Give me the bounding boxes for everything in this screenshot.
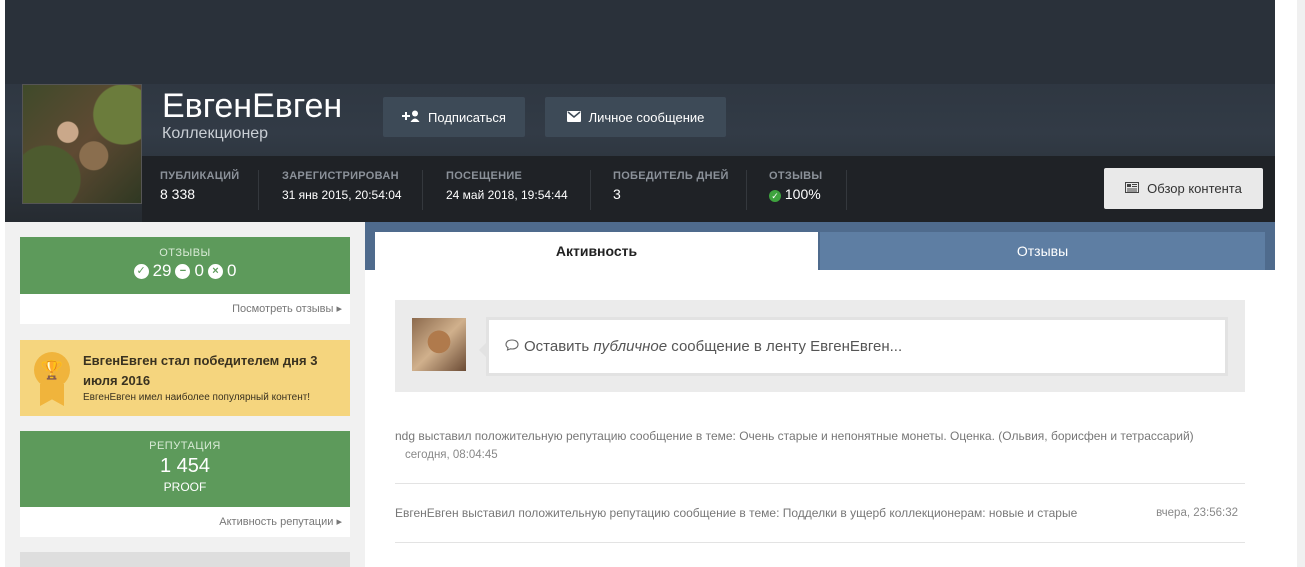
message-label: Личное сообщение <box>588 109 705 125</box>
tab-label: Отзывы <box>1016 243 1069 259</box>
stat-value: 100% <box>784 186 821 202</box>
neutral-count: 0 <box>194 261 204 280</box>
newspaper-icon <box>1125 181 1140 196</box>
reputation-widget: РЕПУТАЦИЯ 1 454 PROOF <box>20 431 350 507</box>
sidebar-next-widget <box>20 552 350 567</box>
activity-text[interactable]: ndg выставил положительную репутацию соо… <box>395 429 1194 443</box>
view-feedback-link[interactable]: Посмотреть отзывы <box>232 303 333 315</box>
positive-count: 29 <box>152 261 172 280</box>
stat-publications: ПУБЛИКАЦИЙ 8 338 <box>160 170 240 202</box>
current-user-avatar <box>412 318 466 371</box>
feed-divider <box>395 483 1245 484</box>
scrollbar[interactable] <box>1297 0 1305 567</box>
activity-time: сегодня, 08:04:45 <box>405 449 498 461</box>
feedback-footer: Посмотреть отзывы ▸ <box>20 294 350 324</box>
follow-button[interactable]: Подписаться <box>383 97 525 137</box>
winner-subtitle: ЕвгенЕвген имел наиболее популярный конт… <box>83 392 311 403</box>
negative-count: 0 <box>226 261 237 280</box>
profile-title: Коллекционер <box>162 125 269 142</box>
tab-feedback[interactable]: Отзывы <box>820 232 1265 270</box>
winner-title: ЕвгенЕвген стал победителем дня 3 июля 2… <box>83 353 318 388</box>
envelope-icon <box>566 110 581 125</box>
stat-value: 31 янв 2015, 20:54:04 <box>282 188 402 202</box>
feed-divider <box>395 542 1245 543</box>
message-button[interactable]: Личное сообщение <box>545 97 726 137</box>
activity-item: ndg выставил положительную репутацию соо… <box>395 427 1245 464</box>
stat-label: ПОБЕДИТЕЛЬ ДНЕЙ <box>613 170 729 182</box>
reputation-value: 1 454 <box>159 455 211 477</box>
caret-right-icon: ▸ <box>336 516 342 528</box>
profile-tabs: Активность Отзывы <box>365 222 1275 270</box>
stat-divider <box>590 170 591 210</box>
stat-feedback: ОТЗЫВЫ ✓ 100% <box>769 170 822 202</box>
tab-label: Активность <box>555 243 638 259</box>
stat-divider <box>422 170 423 210</box>
profile-name: ЕвгенЕвген <box>162 87 343 125</box>
comment-icon <box>505 338 519 355</box>
caret-right-icon: ▸ <box>336 303 342 315</box>
status-placeholder-emphasis: публичное <box>593 338 668 355</box>
stat-divider <box>746 170 747 210</box>
stat-value: 3 <box>613 186 621 202</box>
reputation-label: РЕПУТАЦИЯ <box>149 440 221 452</box>
cover-image <box>5 0 1275 84</box>
reputation-activity-link[interactable]: Активность репутации <box>219 516 333 528</box>
tab-activity[interactable]: Активность <box>375 232 818 270</box>
stat-label: ПУБЛИКАЦИЙ <box>160 170 240 182</box>
day-winner-card: 🏆 ЕвгенЕвген стал победителем дня 3 июля… <box>20 340 350 416</box>
stat-divider <box>258 170 259 210</box>
check-circle-icon: ✓ <box>769 190 781 202</box>
feedback-widget: ОТЗЫВЫ ✓ 29 − 0 × 0 <box>20 237 350 294</box>
reputation-rank: PROOF <box>163 480 207 494</box>
stat-last-visit: ПОСЕЩЕНИЕ 24 май 2018, 19:54:44 <box>446 170 568 202</box>
profile-avatar[interactable] <box>22 84 142 204</box>
feedback-counts: ✓ 29 − 0 × 0 <box>20 261 350 281</box>
activity-item: ЕвгенЕвген выставил положительную репута… <box>395 504 1245 522</box>
reputation-footer: Активность репутации ▸ <box>20 507 350 537</box>
stat-label: ОТЗЫВЫ <box>769 170 823 182</box>
stat-label: ЗАРЕГИСТРИРОВАН <box>282 170 399 182</box>
status-composer: Оставить публичное сообщение в ленту Евг… <box>395 300 1245 392</box>
trophy-icon: 🏆 <box>34 352 70 388</box>
stat-divider <box>846 170 847 210</box>
stat-label: ПОСЕЩЕНИЕ <box>446 170 523 182</box>
stat-value: 24 май 2018, 19:54:44 <box>446 188 568 202</box>
activity-time: вчера, 23:56:32 <box>1156 507 1238 519</box>
status-placeholder-before: Оставить <box>524 338 594 355</box>
stat-value: 8 338 <box>160 186 196 202</box>
negative-icon: × <box>207 263 223 279</box>
neutral-icon: − <box>175 263 191 279</box>
positive-icon: ✓ <box>133 263 149 279</box>
stat-registered: ЗАРЕГИСТРИРОВАН 31 янв 2015, 20:54:04 <box>282 170 402 202</box>
content-overview-label: Обзор контента <box>1147 181 1242 196</box>
stat-day-winner: ПОБЕДИТЕЛЬ ДНЕЙ 3 <box>613 170 729 202</box>
content-overview-button[interactable]: Обзор контента <box>1104 168 1263 209</box>
follow-label: Подписаться <box>428 109 506 125</box>
add-user-icon <box>402 110 420 125</box>
status-input[interactable]: Оставить публичное сообщение в ленту Евг… <box>479 317 1228 376</box>
activity-text[interactable]: ЕвгенЕвген выставил положительную репута… <box>395 506 1077 520</box>
status-placeholder-after: сообщение в ленту ЕвгенЕвген... <box>667 338 903 355</box>
stat-value-wrap: ✓ 100% <box>769 186 822 202</box>
feedback-label: ОТЗЫВЫ <box>159 247 211 259</box>
